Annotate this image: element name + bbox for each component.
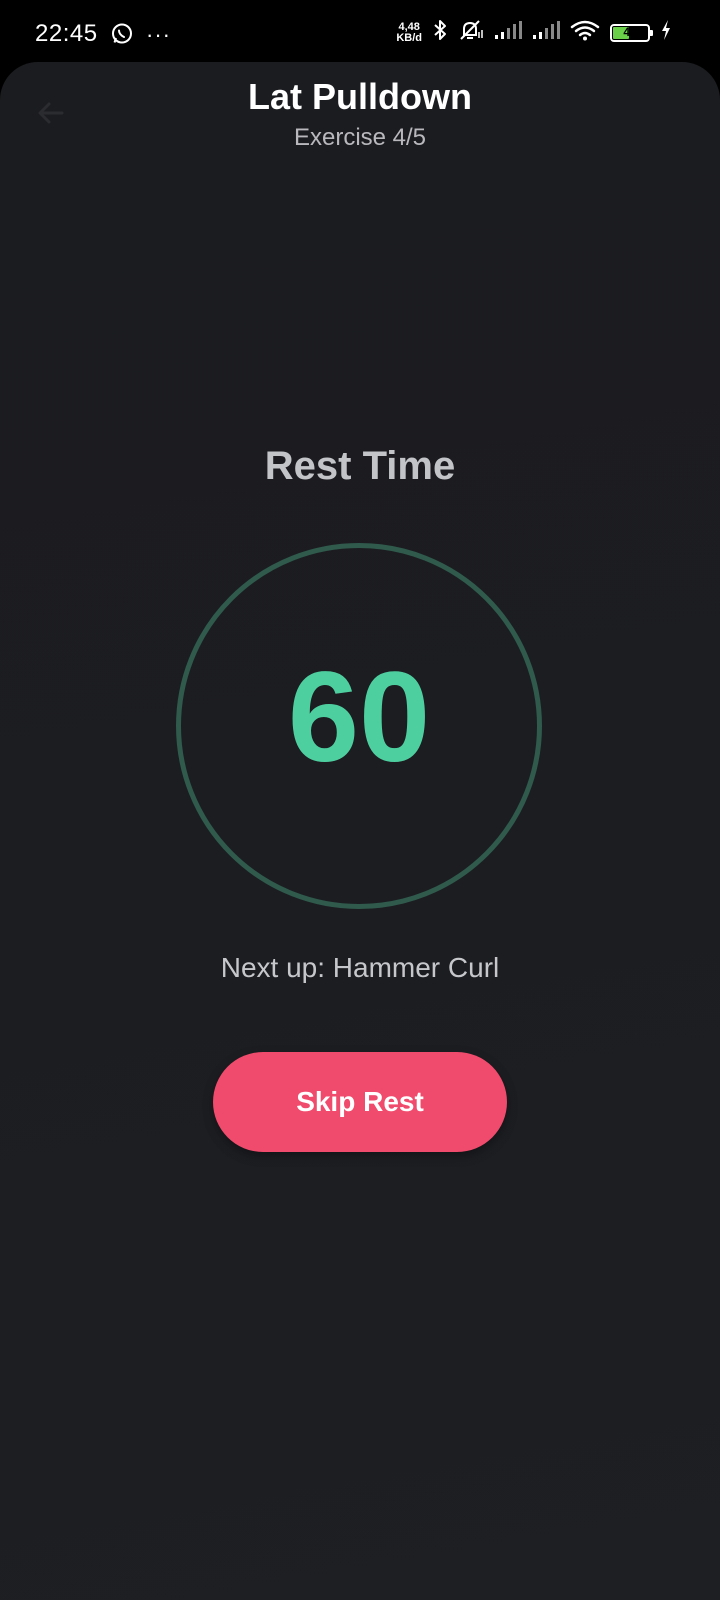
rest-time-label: Rest Time xyxy=(264,444,456,488)
status-time: 22:45 xyxy=(35,20,98,47)
battery-level: 44 xyxy=(623,24,637,39)
muted-alarm-icon xyxy=(458,18,484,47)
exercise-title: Lat Pulldown xyxy=(248,76,472,117)
wifi-icon xyxy=(570,19,600,46)
exercise-progress: Exercise 4/5 xyxy=(293,124,427,151)
status-bar: 22:45 ··· 4,48 KB/d 44 xyxy=(0,0,720,66)
signal-icon xyxy=(494,20,522,45)
bluetooth-icon xyxy=(432,18,448,47)
charging-icon xyxy=(660,19,672,46)
battery-tip xyxy=(650,29,653,36)
status-notifications: ··· xyxy=(110,22,171,51)
status-indicators: 4,48 KB/d 44 xyxy=(396,18,672,47)
more-notifications-icon: ··· xyxy=(146,21,171,47)
timer-ring: 60 xyxy=(176,543,542,909)
rest-timer-screen: Lat Pulldown Exercise 4/5 Rest Time 60 N… xyxy=(0,62,720,1600)
battery-icon: 44 xyxy=(610,23,653,42)
skip-rest-button[interactable]: Skip Rest xyxy=(213,1052,507,1152)
network-speed-unit: KB/d xyxy=(396,31,422,44)
signal-icon xyxy=(532,20,560,45)
network-speed: 4,48 KB/d xyxy=(396,20,422,44)
next-exercise: Next up: Hammer Curl xyxy=(220,952,500,983)
timer-countdown: 60 xyxy=(287,646,431,789)
network-speed-value: 4,48 xyxy=(398,20,420,33)
whatsapp-icon xyxy=(110,22,134,51)
